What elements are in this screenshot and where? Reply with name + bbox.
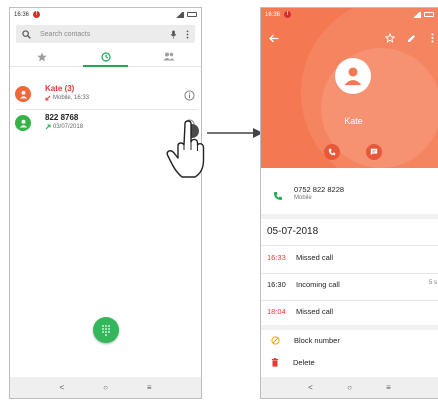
call-detail: 03/07/2018	[45, 124, 83, 130]
call-time: 16:30	[267, 280, 286, 289]
recents-nav-button[interactable]: ≡	[386, 383, 391, 392]
contact-detail-screen: 16:36 ! Kate 0752 822 8228 Mobile 05-07-…	[260, 7, 438, 399]
call-type: Incoming call	[296, 280, 340, 289]
phone-type: Mobile	[294, 195, 312, 201]
call-log-screen: 16:36 ! Search contacts Kate (3) Mobile,…	[9, 7, 202, 399]
dialpad-icon	[102, 325, 110, 336]
contact-avatar	[335, 58, 371, 94]
search-input[interactable]: Search contacts	[40, 31, 161, 38]
status-bar: 16:36 !	[261, 8, 438, 21]
call-history-item: 16:30 Incoming call 5 s	[267, 280, 437, 289]
search-icon	[22, 29, 31, 39]
home-nav-button[interactable]: ○	[347, 383, 352, 392]
block-icon	[271, 336, 280, 345]
info-icon[interactable]	[184, 88, 195, 106]
pointing-hand-icon	[166, 120, 205, 178]
divider	[261, 300, 438, 301]
notification-badge-icon: !	[33, 11, 41, 18]
divider	[261, 273, 438, 274]
recents-nav-button[interactable]: ≡	[147, 383, 152, 392]
edit-pencil-icon[interactable]	[407, 30, 416, 48]
call-history-item: 18:04 Missed call	[267, 307, 437, 316]
block-number-option[interactable]: Block number	[271, 336, 340, 345]
caller-name: 822 8768	[45, 113, 79, 122]
call-type: Missed call	[296, 307, 334, 316]
back-arrow-icon[interactable]	[269, 30, 279, 48]
microphone-icon[interactable]	[170, 29, 177, 39]
call-duration: 5 s	[428, 280, 437, 286]
signal-icon	[412, 11, 421, 18]
dialpad-button[interactable]	[93, 317, 119, 343]
person-icon	[344, 67, 362, 85]
missed-call-arrow-icon	[45, 95, 51, 101]
tab-recents[interactable]	[74, 47, 138, 67]
avatar	[15, 86, 31, 102]
phone-number-row[interactable]: 0752 822 8228 Mobile	[261, 176, 438, 214]
trash-icon	[271, 358, 279, 367]
phone-icon	[273, 188, 283, 206]
message-button[interactable]	[366, 144, 382, 160]
call-time: 18:04	[267, 307, 286, 316]
call-time: 16:33	[267, 253, 286, 262]
person-icon	[19, 119, 27, 128]
call-button[interactable]	[324, 144, 340, 160]
caller-name: Kate (3)	[45, 84, 75, 93]
favorite-star-icon[interactable]	[384, 30, 396, 48]
divider	[261, 214, 438, 219]
status-time: 16:36	[14, 11, 30, 18]
battery-icon	[424, 12, 434, 17]
call-history-date: 05-07-2018	[267, 226, 319, 237]
contacts-group-icon	[163, 52, 175, 61]
more-options-icon[interactable]	[431, 30, 434, 48]
back-nav-button[interactable]: <	[59, 383, 64, 392]
divider	[261, 325, 438, 330]
contact-name: Kate	[344, 116, 363, 126]
notification-badge-icon: !	[284, 11, 292, 18]
call-detail: Mobile, 16:33	[45, 95, 89, 101]
navigation-bar: < ○ ≡	[10, 377, 201, 398]
delete-option[interactable]: Delete	[271, 358, 315, 367]
call-log-item-kate[interactable]: Kate (3) Mobile, 16:33	[10, 81, 201, 107]
tab-contacts[interactable]	[137, 47, 201, 66]
contact-header: 16:36 ! Kate	[261, 8, 438, 168]
avatar	[15, 115, 31, 131]
clock-icon	[100, 51, 111, 62]
phone-icon	[328, 148, 336, 156]
more-options-icon[interactable]	[186, 29, 189, 39]
home-nav-button[interactable]: ○	[103, 383, 108, 392]
signal-icon	[175, 11, 184, 18]
call-detail-text: 03/07/2018	[53, 124, 84, 130]
back-nav-button[interactable]: <	[308, 383, 313, 392]
screenshot-stage: 16:36 ! Search contacts Kate (3) Mobile,…	[0, 0, 438, 400]
battery-icon	[187, 12, 197, 17]
status-time: 16:36	[265, 11, 281, 18]
call-type: Missed call	[296, 253, 334, 262]
tab-favorites[interactable]	[10, 47, 74, 66]
status-bar: 16:36 !	[10, 8, 201, 21]
star-icon	[37, 52, 47, 61]
phone-number: 0752 822 8228	[294, 185, 345, 194]
navigation-bar: < ○ ≡	[261, 377, 438, 398]
option-label: Block number	[294, 336, 340, 345]
search-bar[interactable]: Search contacts	[16, 25, 195, 43]
divider	[261, 245, 438, 246]
option-label: Delete	[293, 358, 315, 367]
outgoing-call-arrow-icon	[45, 124, 51, 130]
call-history-item: 16:33 Missed call	[267, 253, 437, 262]
tab-bar	[10, 47, 201, 67]
person-icon	[19, 90, 27, 99]
message-icon	[370, 148, 378, 156]
call-detail-text: Mobile, 16:33	[53, 95, 90, 101]
transition-arrow-icon	[207, 128, 263, 138]
